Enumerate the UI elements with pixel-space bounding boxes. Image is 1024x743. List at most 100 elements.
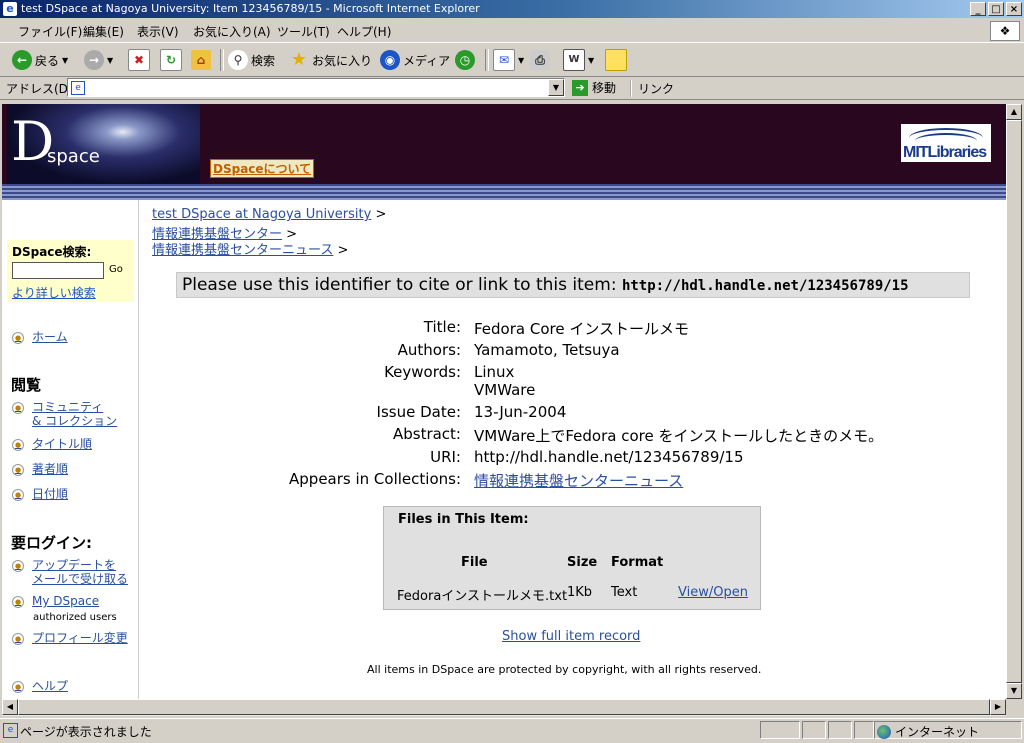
- title-label: Title:: [423, 318, 461, 336]
- subscribe-line1: アップデートを: [32, 558, 117, 572]
- collections-label: Appears in Collections:: [289, 470, 461, 488]
- menu-file[interactable]: ファイル(F): [18, 23, 82, 40]
- menu-help[interactable]: ヘルプ(H): [337, 23, 391, 40]
- page-done-icon: e: [3, 723, 18, 738]
- refresh-icon: ↻: [160, 49, 182, 71]
- mail-icon: ✉: [493, 49, 515, 71]
- address-bar: アドレス(D) e ▼ ➔ 移動 リンク: [0, 77, 1024, 100]
- menu-favorites[interactable]: お気に入り(A): [193, 23, 271, 40]
- files-box: Files in This Item: File Size Format Fed…: [383, 506, 761, 610]
- history-icon: ◷: [455, 50, 475, 70]
- authors-value: Yamamoto, Tetsuya: [474, 341, 620, 359]
- scroll-right-icon[interactable]: ▶: [990, 699, 1006, 715]
- forward-button[interactable]: → ▼: [84, 49, 113, 71]
- windows-flag-icon: ❖: [990, 21, 1020, 41]
- bullet-icon: ●: [12, 681, 24, 693]
- favorites-button[interactable]: ★ お気に入り: [289, 49, 372, 71]
- note-icon: [605, 49, 627, 71]
- sidebar-item-label: アップデートを メールで受け取る: [32, 558, 128, 586]
- files-header-file: File: [461, 555, 488, 570]
- stop-button[interactable]: ✖: [128, 49, 150, 71]
- bullet-icon: ●: [12, 464, 24, 476]
- refresh-button[interactable]: ↻: [160, 49, 182, 71]
- scroll-thumb[interactable]: [1006, 120, 1022, 683]
- maximize-button[interactable]: □: [988, 2, 1004, 16]
- collection-link[interactable]: 情報連携基盤センターニュース: [474, 472, 683, 490]
- media-button[interactable]: ◉ メディア: [380, 49, 450, 71]
- close-button[interactable]: ×: [1006, 2, 1022, 16]
- toolbar-separator: [220, 49, 224, 71]
- star-icon: ★: [290, 49, 308, 70]
- about-dspace-link[interactable]: DSpaceについて: [210, 159, 315, 178]
- sidebar-search-input[interactable]: [12, 262, 104, 279]
- bullet-icon: ●: [12, 439, 24, 451]
- dspace-logo[interactable]: D space: [7, 104, 200, 184]
- window-title-bar: e test DSpace at Nagoya University: Item…: [0, 0, 1024, 18]
- home-icon: ⌂: [191, 50, 211, 70]
- edit-button[interactable]: W ▼: [563, 49, 594, 71]
- toolbar: ← 戻る ▼ → ▼ ✖ ↻ ⌂ ⚲ 検索 ★ お気に入り ◉ メディア ◷ ✉…: [0, 43, 1024, 77]
- menu-bar: ファイル(F) 編集(E) 表示(V) お気に入り(A) ツール(T) ヘルプ(…: [0, 19, 1024, 43]
- search-label: DSpace検索:: [12, 245, 92, 259]
- copyright-footer: All items in DSpace are protected by cop…: [367, 663, 762, 676]
- sidebar-item-label: 著者順: [32, 462, 69, 476]
- show-full-record-link[interactable]: Show full item record: [502, 629, 640, 644]
- scroll-up-icon[interactable]: ▲: [1006, 104, 1022, 120]
- address-dropdown-icon[interactable]: ▼: [548, 79, 564, 96]
- citation-url: http://hdl.handle.net/123456789/15: [621, 278, 909, 294]
- globe-icon: [877, 724, 891, 739]
- go-arrow-icon: ➔: [572, 79, 588, 96]
- status-panel: [802, 721, 826, 739]
- sidebar-item-by-date[interactable]: ● 日付順: [12, 487, 68, 501]
- menu-edit[interactable]: 編集(E): [83, 23, 124, 40]
- sidebar-item-mydspace[interactable]: ● My DSpace: [12, 594, 99, 608]
- sidebar-item-profile[interactable]: ● プロフィール変更: [12, 631, 128, 645]
- address-input[interactable]: e ▼: [67, 78, 565, 97]
- sidebar-item-label: ホーム: [32, 330, 68, 344]
- sidebar-item-by-title[interactable]: ● タイトル順: [12, 437, 92, 451]
- sidebar-item-communities[interactable]: ● コミュニティ & コレクション: [12, 400, 117, 428]
- go-button[interactable]: ➔ 移動: [572, 79, 616, 96]
- chevron-down-icon: ▼: [518, 55, 525, 65]
- page-viewport: D space DSpaceについて MITLibraries DSpace検索…: [2, 104, 1006, 699]
- sidebar-item-by-author[interactable]: ● 著者順: [12, 462, 68, 476]
- horizontal-scrollbar[interactable]: ◀ ▶: [2, 699, 1006, 716]
- breadcrumb-link-news[interactable]: 情報連携基盤センターニュース: [152, 243, 333, 258]
- menu-view[interactable]: 表示(V): [137, 23, 179, 40]
- view-open-link[interactable]: View/Open: [678, 585, 748, 600]
- breadcrumb-sep: >: [333, 243, 349, 258]
- file-size: 1Kb: [567, 585, 593, 600]
- menu-tools[interactable]: ツール(T): [277, 23, 330, 40]
- citation-text: Please use this identifier to cite or li…: [182, 275, 617, 295]
- sidebar-item-help[interactable]: ● ヘルプ: [12, 679, 68, 693]
- discuss-button[interactable]: [605, 49, 627, 71]
- back-button[interactable]: ← 戻る ▼: [12, 49, 68, 71]
- security-zone: インターネット: [877, 723, 979, 740]
- search-icon: ⚲: [228, 50, 248, 70]
- mit-libraries-logo[interactable]: MITLibraries: [901, 124, 991, 162]
- abstract-value: VMWare上でFedora core をインストールしたときのメモ。: [474, 427, 884, 445]
- media-icon: ◉: [380, 50, 400, 70]
- back-arrow-icon: ←: [12, 50, 32, 70]
- scroll-left-icon[interactable]: ◀: [2, 699, 18, 715]
- file-name: Fedoraインストールメモ.txt: [397, 589, 568, 604]
- print-button[interactable]: ⎙: [530, 49, 550, 71]
- history-button[interactable]: ◷: [455, 49, 475, 71]
- breadcrumb-link-root[interactable]: test DSpace at Nagoya University: [152, 207, 371, 222]
- mail-button[interactable]: ✉ ▼: [493, 49, 524, 71]
- links-label[interactable]: リンク: [630, 80, 674, 97]
- bullet-icon: ●: [12, 489, 24, 501]
- vertical-scrollbar[interactable]: ▲ ▼: [1006, 104, 1022, 699]
- keyword-vmware: VMWare: [474, 381, 536, 399]
- advanced-search-link[interactable]: より詳しい検索: [12, 284, 96, 301]
- home-button[interactable]: ⌂: [191, 49, 211, 71]
- sidebar-item-home[interactable]: ● ホーム: [12, 330, 68, 344]
- bullet-icon: ●: [12, 402, 24, 414]
- search-button[interactable]: ⚲ 検索: [228, 49, 275, 71]
- scroll-down-icon[interactable]: ▼: [1006, 683, 1022, 699]
- h-scroll-thumb[interactable]: [18, 699, 990, 715]
- minimize-button[interactable]: _: [970, 2, 986, 16]
- sidebar-item-subscribe[interactable]: ● アップデートを メールで受け取る: [12, 558, 128, 586]
- sidebar-go-button[interactable]: Go: [109, 264, 123, 275]
- breadcrumb: 情報連携基盤センターニュース >: [152, 239, 348, 258]
